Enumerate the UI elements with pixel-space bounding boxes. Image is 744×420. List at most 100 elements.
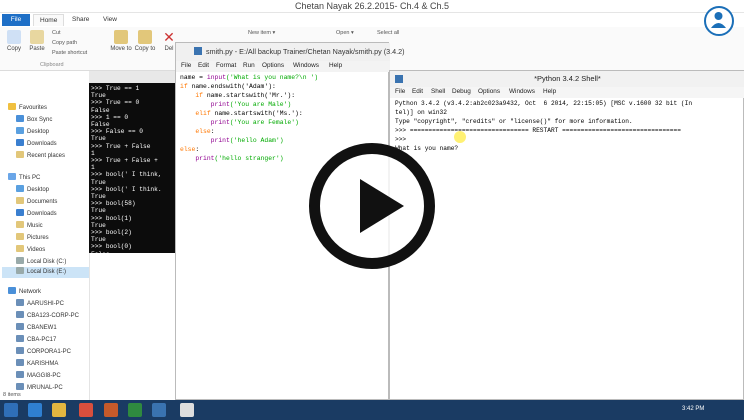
- tab-home[interactable]: Home: [33, 14, 65, 26]
- nav-item[interactable]: MAGGI8-PC: [16, 371, 61, 379]
- drive-icon: [16, 257, 24, 264]
- nav-item[interactable]: Pictures: [16, 233, 49, 241]
- move-to-button[interactable]: Move to: [110, 30, 132, 52]
- nav-item[interactable]: Local Disk (C:): [16, 257, 66, 265]
- python-console[interactable]: >>> True == 1 True >>> True == 0 False >>> 1…: [89, 71, 175, 265]
- console-line: True: [91, 135, 106, 143]
- open-button[interactable]: Open ▾: [336, 30, 354, 36]
- cut-button[interactable]: Cut: [52, 30, 61, 36]
- menu-help[interactable]: Help: [329, 62, 342, 69]
- code-line: else:: [180, 146, 200, 153]
- tab-file[interactable]: File: [2, 14, 30, 26]
- cursor-highlight: [454, 131, 466, 143]
- paste-icon: [30, 30, 44, 44]
- editor-title-bar: smith.py - E:/All backup Trainer/Chetan …: [176, 43, 405, 61]
- nav-network[interactable]: Network: [8, 287, 41, 295]
- nav-favourites[interactable]: Favourites: [8, 103, 47, 111]
- new-item-button[interactable]: New item ▾: [248, 30, 275, 36]
- shell-title-bar: *Python 3.4.2 Shell*: [390, 71, 744, 87]
- nav-item-selected[interactable]: Local Disk (E:): [2, 267, 89, 278]
- menu-options[interactable]: Options: [478, 88, 500, 95]
- nav-item[interactable]: Videos: [16, 245, 45, 253]
- console-line: >>> bool(58): [91, 200, 136, 208]
- nav-item[interactable]: CORPORA1-PC: [16, 347, 71, 355]
- python-icon[interactable]: [152, 403, 166, 417]
- nav-item[interactable]: Box Sync: [16, 115, 52, 123]
- menu-format[interactable]: Format: [216, 62, 236, 69]
- menu-shell[interactable]: Shell: [431, 88, 445, 95]
- tab-share[interactable]: Share: [66, 14, 95, 26]
- console-line: False: [91, 250, 110, 258]
- menu-file[interactable]: File: [395, 88, 405, 95]
- nav-this-pc[interactable]: This PC: [8, 173, 40, 181]
- menu-run[interactable]: Run: [243, 62, 255, 69]
- shell-line: >>> ================================ RES…: [395, 127, 681, 134]
- chrome-icon[interactable]: [79, 403, 93, 417]
- menu-debug[interactable]: Debug: [452, 88, 471, 95]
- powerpoint-icon[interactable]: [104, 403, 118, 417]
- menu-file[interactable]: File: [181, 62, 191, 69]
- navigation-pane: Favourites Box Sync Desktop Downloads Re…: [0, 71, 90, 400]
- nav-item[interactable]: Desktop: [16, 127, 49, 135]
- nav-item[interactable]: Desktop: [16, 185, 49, 193]
- folder-move-icon: [114, 30, 128, 44]
- console-line: True: [91, 236, 106, 244]
- nav-item[interactable]: MRUNAL-PC: [16, 383, 63, 391]
- nav-item[interactable]: Downloads: [16, 209, 57, 217]
- menu-windows[interactable]: Windows: [293, 62, 319, 69]
- shell-line: tel)] on win32: [395, 109, 447, 116]
- pc-icon: [16, 323, 24, 330]
- nav-item[interactable]: CBA-PC17: [16, 335, 56, 343]
- video-play-button[interactable]: [309, 143, 435, 269]
- nav-item[interactable]: Recent places: [16, 151, 65, 159]
- console-line: True: [91, 221, 106, 229]
- window-title: Chetan Nayak 26.2.2015- Ch.4 & Ch.5: [294, 1, 450, 11]
- menu-edit[interactable]: Edit: [198, 62, 209, 69]
- nav-item[interactable]: Documents: [16, 197, 57, 205]
- paste-button[interactable]: Paste: [26, 30, 48, 52]
- shell-line: Python 3.4.2 (v3.4.2:ab2c023a9432, Oct 6…: [395, 100, 693, 107]
- console-line: True: [91, 92, 106, 100]
- pictures-icon: [16, 233, 24, 240]
- ribbon-tabs: File Home Share View: [0, 13, 744, 27]
- nav-item[interactable]: CBA123-CORP-PC: [16, 311, 79, 319]
- console-line: >>> bool(0): [91, 243, 132, 251]
- explorer-title-bar: Chetan Nayak 26.2.2015- Ch.4 & Ch.5: [0, 0, 744, 13]
- shell-title: *Python 3.4.2 Shell*: [534, 74, 601, 83]
- shell-line: Type "copyright", "credits" or "license(…: [395, 118, 633, 125]
- documents-icon: [16, 197, 24, 204]
- console-line: >>>: [91, 257, 103, 265]
- drive-icon: [16, 267, 24, 274]
- menu-help[interactable]: Help: [543, 88, 556, 95]
- idle-icon[interactable]: [180, 403, 194, 417]
- nav-item[interactable]: Music: [16, 221, 43, 229]
- menu-edit[interactable]: Edit: [412, 88, 423, 95]
- copy-to-button[interactable]: Copy to: [134, 30, 156, 52]
- nav-item[interactable]: Downloads: [16, 139, 57, 147]
- console-line: True: [91, 207, 106, 215]
- nav-item[interactable]: KARISHMA: [16, 359, 58, 367]
- network-icon: [8, 287, 16, 294]
- nav-item[interactable]: CBANEW1: [16, 323, 57, 331]
- explorer-icon[interactable]: [52, 403, 66, 417]
- menu-options[interactable]: Options: [262, 62, 284, 69]
- console-line: >>> True == 1: [91, 85, 140, 92]
- console-line: >>> bool(' I think.: [91, 185, 162, 193]
- nav-item[interactable]: AARUSHI-PC: [16, 299, 64, 307]
- tab-view[interactable]: View: [97, 14, 123, 26]
- code-line: print('hello stranger'): [180, 155, 284, 162]
- copy-path-button[interactable]: Copy path: [52, 40, 77, 46]
- start-icon[interactable]: [4, 403, 18, 417]
- python-icon: [194, 47, 202, 55]
- copy-button[interactable]: Copy: [4, 30, 24, 52]
- select-all-button[interactable]: Select all: [377, 30, 399, 36]
- excel-icon[interactable]: [128, 403, 142, 417]
- menu-windows[interactable]: Windows: [509, 88, 535, 95]
- ie-icon[interactable]: [28, 403, 42, 417]
- pc-icon: [16, 311, 24, 318]
- console-line: >>> True == 0: [91, 99, 140, 107]
- paste-shortcut-button[interactable]: Paste shortcut: [52, 50, 87, 56]
- shell-output[interactable]: Python 3.4.2 (v3.4.2:ab2c023a9432, Oct 6…: [390, 98, 743, 398]
- console-line: >>> False == 0: [91, 128, 143, 136]
- console-line: 1: [91, 149, 95, 157]
